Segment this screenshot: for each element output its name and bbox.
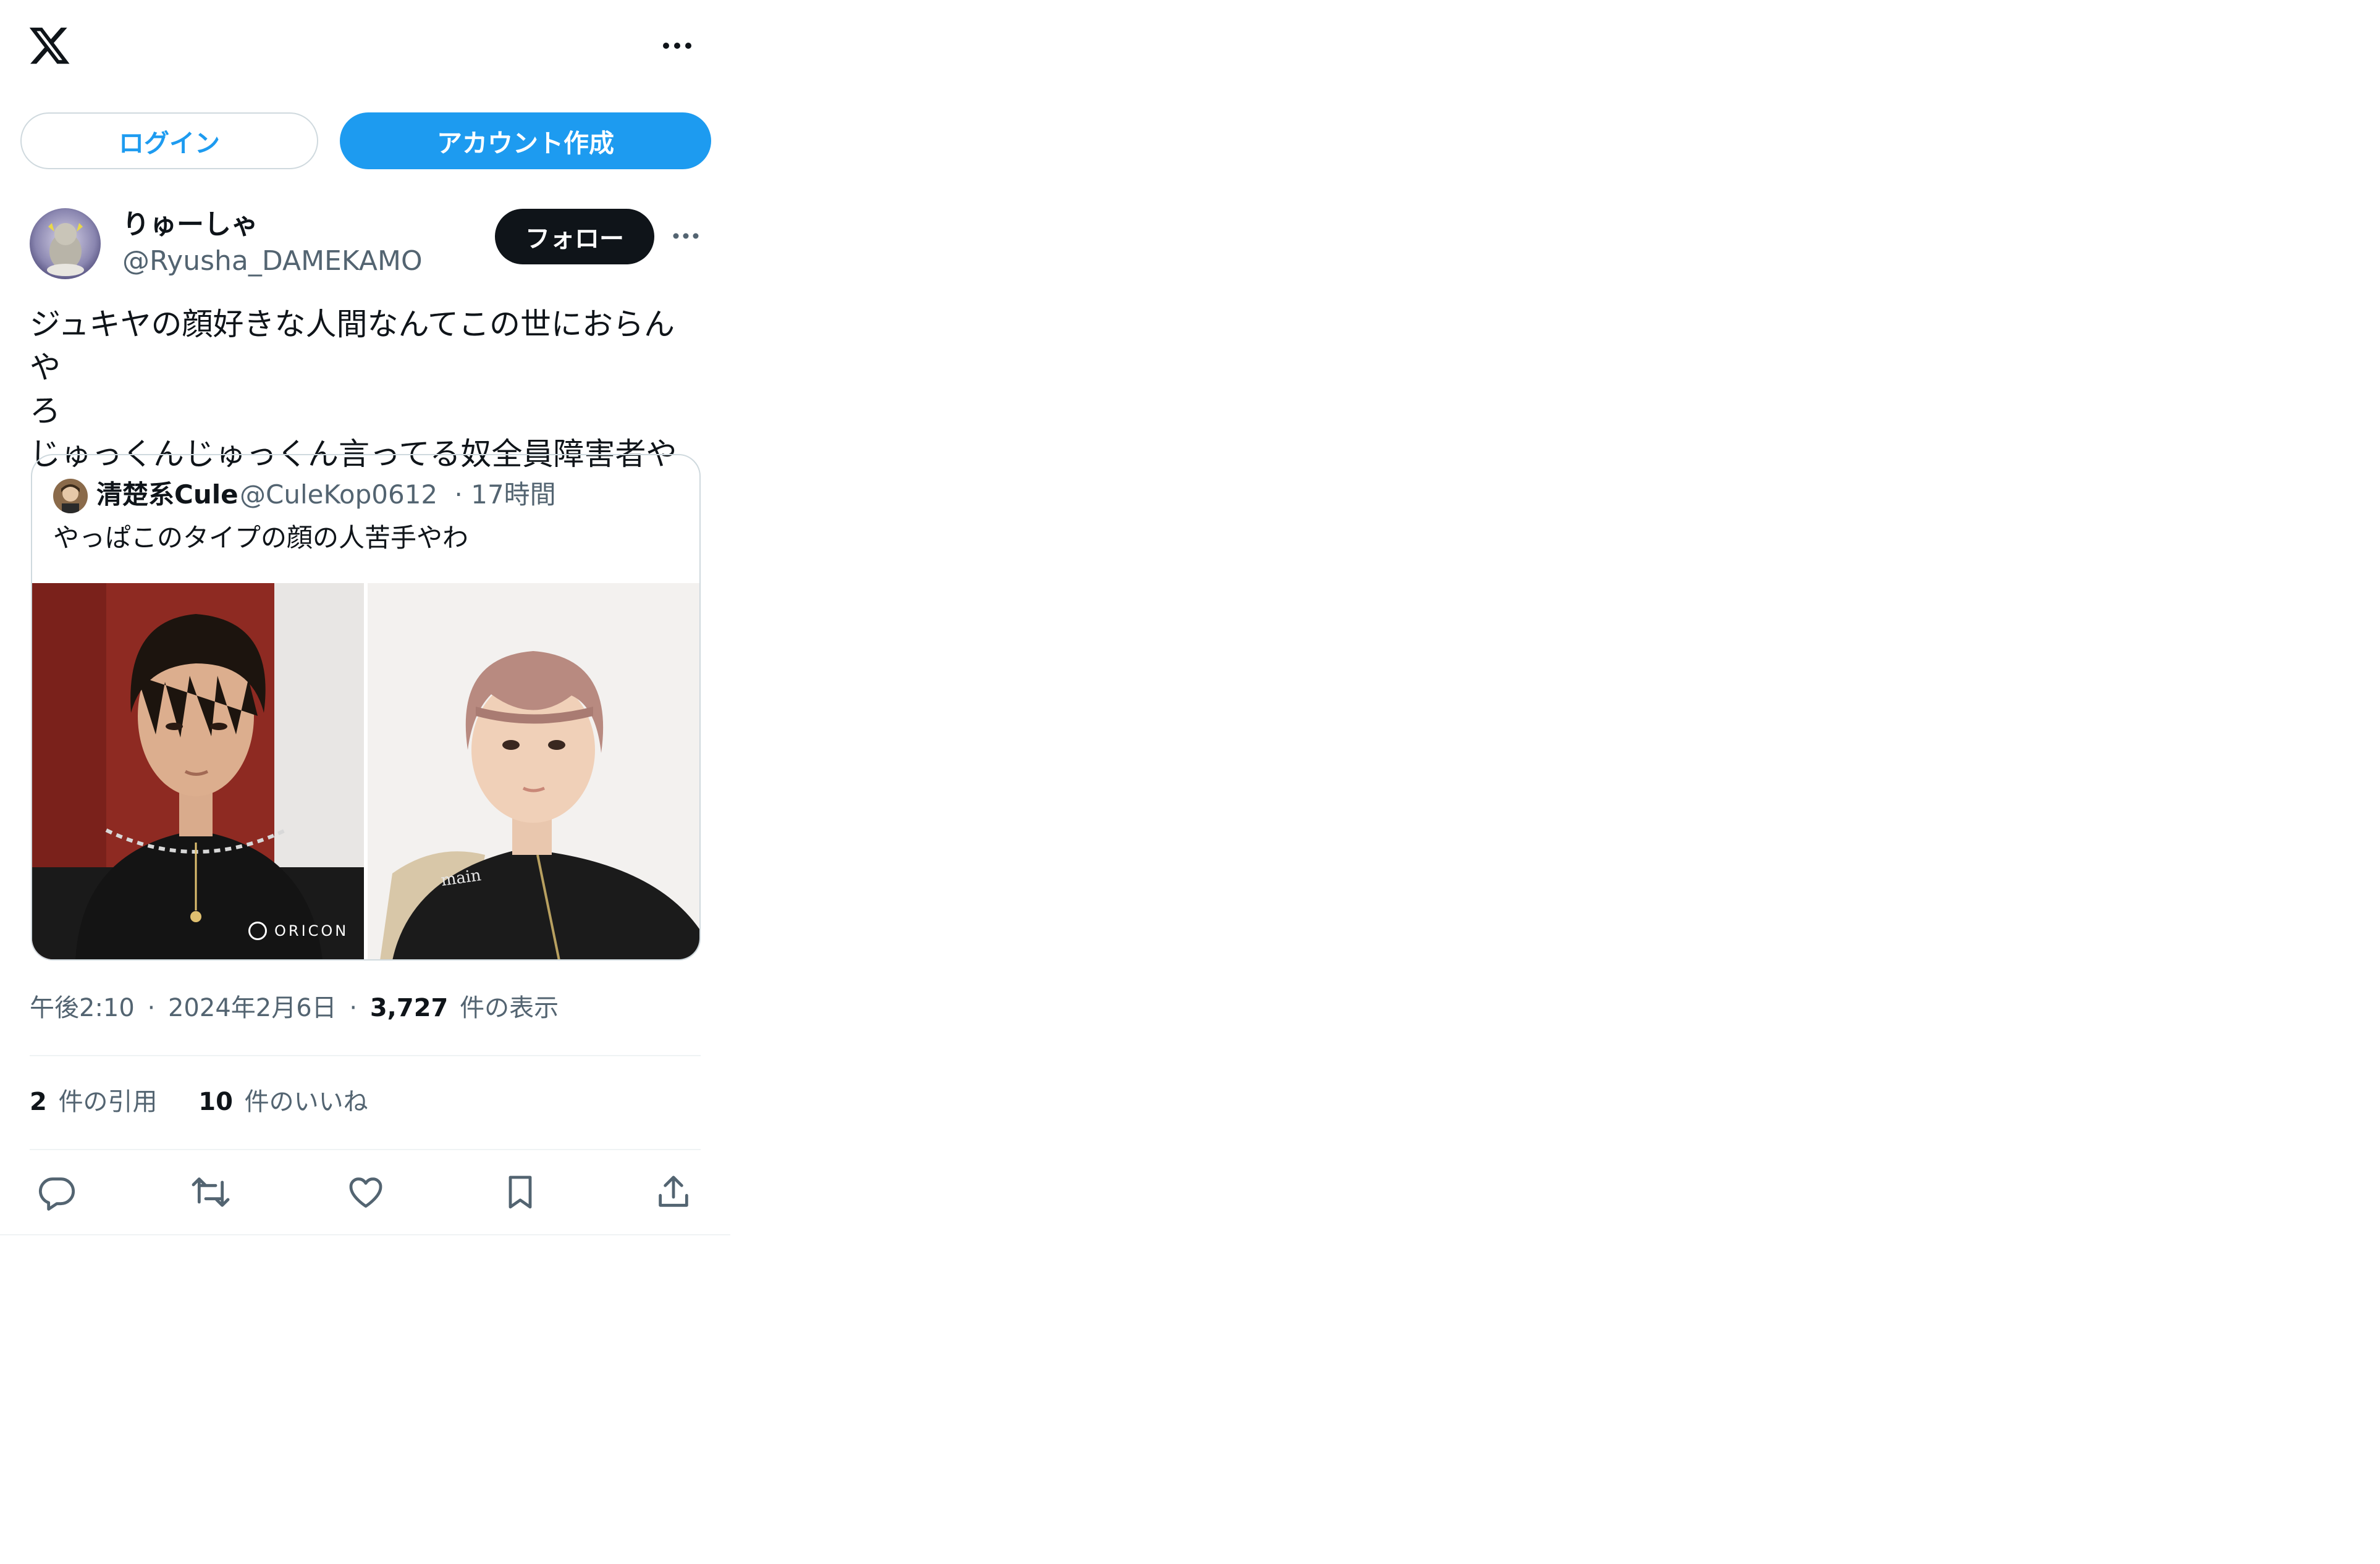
tweet-page: ログイン アカウント作成 りゅーしゃ @Ryusha_DAMEKAMO フォロー	[0, 0, 2380, 1564]
quoted-tweet-text: やっぱこのタイプの顔の人苦手やわ	[53, 523, 469, 553]
tweet-stats: 2 件の引用 10 件のいいね	[30, 1083, 402, 1120]
photo-watermark: ORICON	[248, 922, 348, 940]
bookmark-icon[interactable]	[500, 1172, 540, 1212]
likes-label: 件のいいね	[244, 1088, 368, 1116]
divider	[30, 1055, 701, 1056]
quoted-photo-left[interactable]: ORICON	[32, 583, 364, 959]
likes-stat[interactable]: 10 件のいいね	[198, 1088, 368, 1116]
retweet-icon[interactable]	[191, 1172, 230, 1212]
quoted-author-avatar	[53, 479, 88, 513]
tweet-date[interactable]: 2024年2月6日	[168, 994, 337, 1022]
like-icon[interactable]	[346, 1172, 386, 1212]
x-logo-icon[interactable]	[27, 23, 72, 68]
views-count: 3,727	[369, 994, 449, 1022]
views-label: 件の表示	[460, 994, 559, 1022]
follow-button[interactable]: フォロー	[495, 209, 654, 264]
quoted-time: · 17時間	[454, 479, 556, 510]
likes-count: 10	[198, 1088, 233, 1116]
tweet-more-icon[interactable]	[670, 224, 702, 248]
divider	[30, 1149, 701, 1150]
divider	[0, 1234, 730, 1235]
author-name[interactable]: りゅーしゃ	[122, 206, 258, 243]
quoted-handle-text: @CuleKop0612	[240, 479, 438, 510]
quoted-author-handle: @CuleKop0612 · 17時間	[240, 476, 556, 513]
author-avatar[interactable]	[30, 208, 101, 279]
reply-icon[interactable]	[37, 1172, 77, 1212]
login-button[interactable]: ログイン	[20, 112, 318, 169]
create-account-button[interactable]: アカウント作成	[340, 112, 711, 169]
quotes-stat[interactable]: 2 件の引用	[30, 1088, 165, 1116]
quoted-media[interactable]: ORICON main	[32, 583, 699, 959]
author-handle[interactable]: @Ryusha_DAMEKAMO	[122, 243, 423, 280]
quotes-label: 件の引用	[58, 1088, 158, 1116]
quoted-tweet-card[interactable]: 清楚系Cule @CuleKop0612 · 17時間 やっぱこのタイプの顔の人…	[31, 454, 701, 961]
tweet-time[interactable]: 午後2:10	[30, 994, 135, 1022]
more-horizontal-icon[interactable]	[660, 30, 694, 62]
tweet-meta: 午後2:10 · 2024年2月6日 · 3,727 件の表示	[30, 994, 559, 1022]
quoted-author-name: 清楚系Cule	[96, 479, 238, 510]
oricon-logo-icon	[248, 922, 267, 940]
share-icon[interactable]	[654, 1172, 693, 1212]
quotes-count: 2	[30, 1088, 47, 1116]
tweet-text: ジュキヤの顔好きな人間なんてこの世におらんや ろ じゅっくんじゅっくん言ってる奴…	[30, 306, 677, 472]
quoted-photo-right[interactable]: main	[368, 583, 699, 959]
